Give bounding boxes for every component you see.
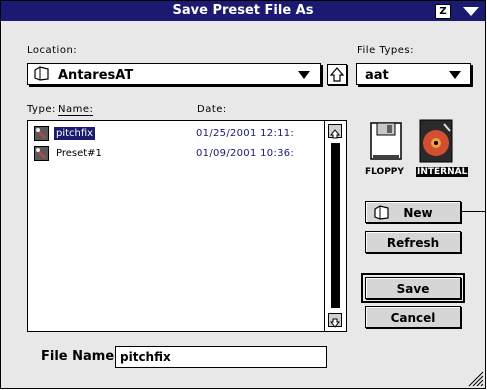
new-button-label: New <box>403 206 433 220</box>
preset-file-icon <box>34 126 49 141</box>
save-dialog: Save Preset File As Z Location: AntaresA… <box>0 0 486 389</box>
scroll-up-arrow-icon[interactable] <box>328 124 342 139</box>
resize-grip-icon[interactable] <box>466 369 484 387</box>
up-arrow-icon <box>329 67 345 82</box>
window-title: Save Preset File As <box>172 3 314 18</box>
parent-folder-button[interactable] <box>327 64 347 85</box>
list-item-name: Preset#1 <box>56 148 102 159</box>
date-column-header[interactable]: Date: <box>197 104 227 115</box>
file-name-label: File Name: <box>41 349 120 364</box>
type-column-label: Type: <box>27 104 56 115</box>
file-name-input[interactable]: pitchfix <box>115 346 327 368</box>
refresh-button[interactable]: Refresh <box>365 231 461 253</box>
internal-label: INTERNAL <box>416 167 469 177</box>
vertical-scrollbar[interactable] <box>324 121 346 331</box>
new-folder-button[interactable]: New <box>365 201 461 223</box>
list-item-date: 01/09/2001 10:36: <box>196 148 295 159</box>
chevron-down-icon <box>449 71 461 79</box>
cancel-button[interactable]: Cancel <box>365 306 461 328</box>
location-popup[interactable]: AntaresAT <box>27 63 321 85</box>
save-button[interactable]: Save <box>361 273 465 303</box>
list-item-name: pitchfix <box>54 127 96 140</box>
zoom-box-button[interactable]: Z <box>435 4 451 19</box>
folder-icon <box>34 66 49 81</box>
floppy-label: FLOPPY <box>365 167 404 177</box>
file-types-label: File Types: <box>357 45 414 56</box>
location-label: Location: <box>27 45 78 56</box>
file-list[interactable]: pitchfix 01/25/2001 12:11: Preset#1 01/0… <box>27 120 347 332</box>
collapse-arrow-icon[interactable] <box>463 7 479 16</box>
title-bar[interactable]: Save Preset File As Z <box>1 1 485 21</box>
location-value: AntaresAT <box>58 68 134 83</box>
list-item[interactable]: Preset#1 01/09/2001 10:36: <box>32 145 322 163</box>
file-list-area[interactable]: pitchfix 01/25/2001 12:11: Preset#1 01/0… <box>28 121 324 331</box>
internal-drive-icon[interactable] <box>418 119 454 163</box>
scroll-down-arrow-icon[interactable] <box>328 313 342 328</box>
name-column-header[interactable]: Name: <box>58 104 94 116</box>
chevron-down-icon <box>298 71 310 79</box>
preset-file-icon <box>34 146 49 161</box>
floppy-disk-icon[interactable] <box>367 121 405 161</box>
file-types-popup[interactable]: aat <box>356 63 471 85</box>
folder-icon <box>374 205 389 220</box>
list-item-date: 01/25/2001 12:11: <box>196 128 295 139</box>
file-types-value: aat <box>365 68 389 83</box>
scroll-track[interactable] <box>331 143 340 308</box>
divider <box>461 211 485 212</box>
list-item[interactable]: pitchfix 01/25/2001 12:11: <box>32 125 322 143</box>
